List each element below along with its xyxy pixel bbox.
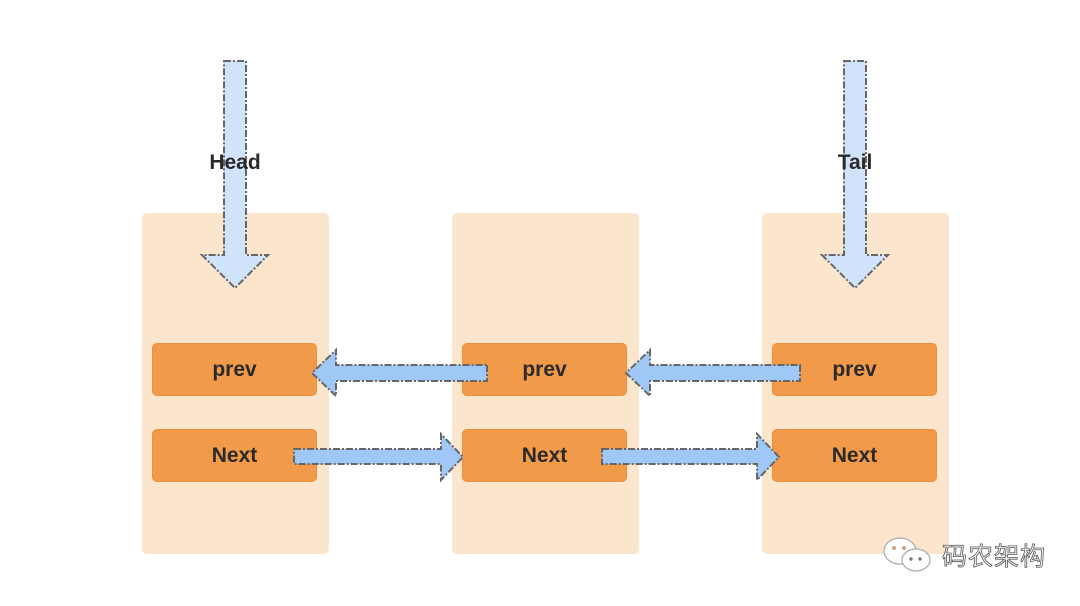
prev-link-arrow-2-to-1	[310, 347, 488, 399]
watermark-text: 码农架构	[942, 542, 1047, 572]
prev-link-arrow-3-to-2	[624, 347, 801, 399]
arrows-layer	[199, 60, 891, 483]
wechat-icon	[883, 537, 931, 572]
next-link-arrow-2-to-3	[601, 431, 781, 483]
watermark: 码农架构	[880, 535, 1046, 575]
tail-label: Tail	[837, 151, 873, 174]
next-link-arrow-1-to-2	[293, 431, 465, 483]
head-label: Head	[209, 151, 261, 174]
